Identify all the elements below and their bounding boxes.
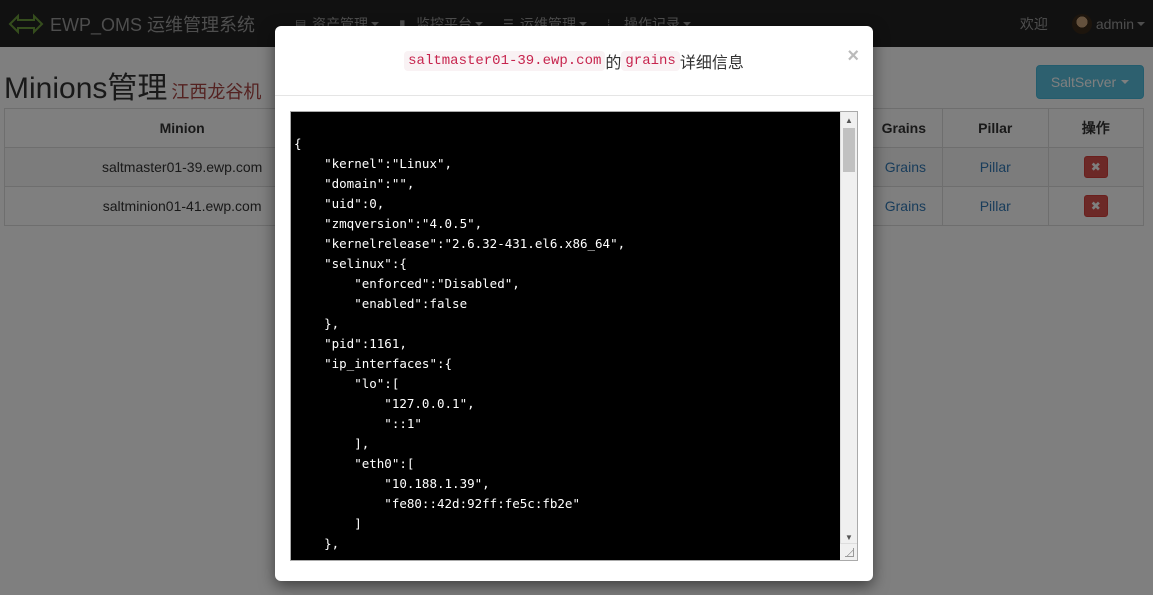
- vertical-scrollbar[interactable]: ▲ ▼: [840, 112, 857, 545]
- modal-header: saltmaster01-39.ewp.com 的 grains 详细信息 ×: [275, 26, 873, 96]
- grains-json-content: { "kernel":"Linux", "domain":"", "uid":0…: [294, 136, 626, 551]
- scrollbar-thumb[interactable]: [843, 128, 855, 172]
- json-textarea[interactable]: { "kernel":"Linux", "domain":"", "uid":0…: [290, 111, 858, 561]
- scroll-up-arrow-icon[interactable]: ▲: [841, 112, 857, 128]
- modal-title-of: 的: [605, 54, 622, 72]
- modal-title: saltmaster01-39.ewp.com 的 grains 详细信息: [404, 49, 744, 73]
- grains-detail-modal: saltmaster01-39.ewp.com 的 grains 详细信息 × …: [275, 26, 873, 581]
- resize-handle[interactable]: [840, 543, 857, 560]
- modal-title-suffix: 详细信息: [679, 54, 744, 72]
- modal-title-host: saltmaster01-39.ewp.com: [404, 50, 606, 71]
- modal-title-key: grains: [621, 50, 680, 71]
- close-icon[interactable]: ×: [847, 46, 859, 66]
